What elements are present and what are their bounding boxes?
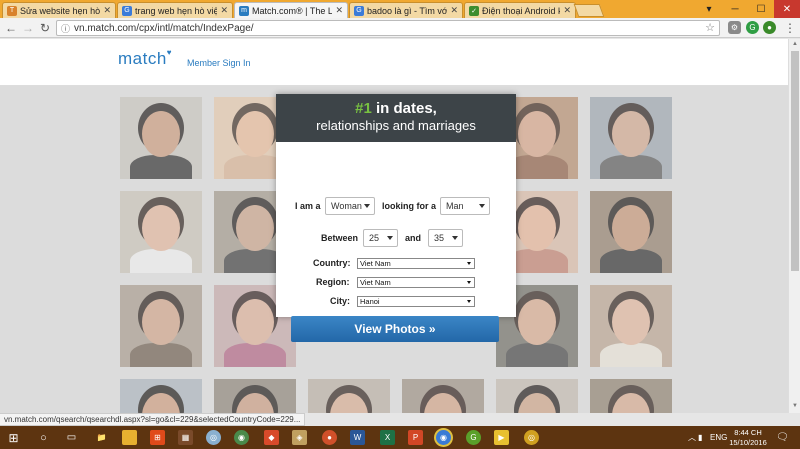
- city-select[interactable]: Hanoi: [357, 296, 475, 307]
- chevron-down-icon: [467, 281, 471, 284]
- reload-icon[interactable]: ↻: [37, 20, 53, 36]
- country-select[interactable]: Viet Nam: [357, 258, 475, 269]
- region-label: Region:: [316, 277, 350, 287]
- search-icon[interactable]: ○: [36, 430, 51, 445]
- file-explorer-icon[interactable]: 📁: [94, 430, 109, 445]
- scroll-down-icon[interactable]: ▼: [792, 403, 798, 409]
- close-window-icon[interactable]: ✕: [774, 0, 800, 18]
- member-sign-in-link[interactable]: Member Sign In: [187, 58, 251, 68]
- extension-icon[interactable]: ⚙: [728, 21, 741, 34]
- powerpoint-icon[interactable]: P: [408, 430, 423, 445]
- tab-favicon-icon: G: [354, 5, 364, 16]
- app-icon[interactable]: ●: [322, 430, 337, 445]
- tab-close-icon[interactable]: ✕: [220, 5, 228, 16]
- minimize-icon[interactable]: ─: [722, 0, 748, 18]
- tab-title: Sửa website hẹn hò nổi tiếng: [20, 5, 101, 16]
- chevron-down-icon: [387, 236, 393, 240]
- excel-icon[interactable]: X: [380, 430, 395, 445]
- app-icon[interactable]: G: [466, 430, 481, 445]
- network-icon[interactable]: ▮: [698, 426, 702, 449]
- page-scrollbar[interactable]: ▲ ▼: [788, 39, 800, 413]
- country-label: Country:: [313, 258, 351, 268]
- scroll-up-icon[interactable]: ▲: [792, 41, 798, 47]
- app-icon[interactable]: ◎: [524, 430, 539, 445]
- tray-chevron-icon[interactable]: ︿: [688, 426, 696, 449]
- seeking-gender-select[interactable]: Man: [440, 197, 490, 215]
- and-label: and: [405, 233, 422, 243]
- browser-tab-1[interactable]: T Sửa website hẹn hò nổi tiếng ✕: [2, 2, 116, 18]
- store-icon[interactable]: ⊞: [150, 430, 165, 445]
- status-bar-url: vn.match.com/qsearch/qsearchdl.aspx?sl=g…: [0, 413, 306, 426]
- chevron-down-icon: [452, 236, 458, 240]
- browser-tab-strip: T Sửa website hẹn hò nổi tiếng ✕ G trang…: [0, 0, 800, 18]
- tab-title: trang web hẹn hò việt nam: [135, 5, 217, 16]
- view-photos-button[interactable]: View Photos »: [291, 316, 499, 342]
- tab-close-icon[interactable]: ✕: [563, 5, 571, 16]
- tab-title: badoo là gì - Tìm với Google: [367, 5, 448, 16]
- page-info-icon[interactable]: ⓘ: [61, 22, 70, 35]
- modal-headline: #1 in dates,: [355, 100, 437, 117]
- heart-icon: ♥: [166, 48, 173, 57]
- profile-icon[interactable]: ▾: [696, 0, 722, 18]
- address-bar[interactable]: ⓘ vn.match.com/cpx/intl/match/IndexPage/…: [56, 20, 720, 36]
- system-clock[interactable]: 8:44 CH 15/10/2016: [728, 428, 768, 448]
- region-select[interactable]: Viet Nam: [357, 277, 475, 288]
- tab-favicon-icon: G: [122, 5, 132, 16]
- app-icon[interactable]: ◆: [264, 430, 279, 445]
- chevron-down-icon: [467, 262, 471, 265]
- app-icon[interactable]: ◎: [206, 430, 221, 445]
- back-icon[interactable]: ←: [3, 20, 19, 36]
- new-tab-button[interactable]: [573, 4, 605, 17]
- tab-close-icon[interactable]: ✕: [450, 5, 458, 16]
- windows-taskbar: ⊞ ○ ▭ 📁 ⊞ ▦ ◎ ◉ ◆ ◈ ● W X P ◉ G ▶ ◎ ︿ ▮ …: [0, 426, 800, 449]
- chevron-down-icon: [479, 204, 485, 208]
- bookmark-star-icon[interactable]: ☆: [705, 21, 715, 34]
- scrollbar-thumb[interactable]: [791, 51, 799, 271]
- toolbox-icon[interactable]: ▦: [178, 430, 193, 445]
- tab-favicon-icon: m: [239, 5, 249, 16]
- browser-toolbar: ← → ↻ ⓘ vn.match.com/cpx/intl/match/Inde…: [0, 18, 800, 38]
- gender-select[interactable]: Woman: [325, 197, 375, 215]
- app-icon[interactable]: ◈: [292, 430, 307, 445]
- tab-favicon-icon: T: [7, 5, 17, 16]
- age-from-select[interactable]: 25: [363, 229, 398, 247]
- tab-title: Match.com® | The Leading: [252, 5, 333, 16]
- windows-start-icon[interactable]: ⊞: [6, 430, 21, 445]
- extension-icon[interactable]: ●: [763, 21, 776, 34]
- word-icon[interactable]: W: [350, 430, 365, 445]
- chevron-down-icon: [364, 204, 370, 208]
- city-label: City:: [330, 296, 350, 306]
- extension-icon[interactable]: G: [746, 21, 759, 34]
- chrome-icon[interactable]: ◉: [436, 430, 451, 445]
- modal-header: #1 in dates, relationships and marriages: [276, 94, 516, 142]
- i-am-label: I am a: [295, 201, 321, 211]
- media-icon[interactable]: ▶: [494, 430, 509, 445]
- address-url: vn.match.com/cpx/intl/match/IndexPage/: [74, 22, 254, 34]
- tab-title: Điện thoại Android không: [482, 5, 560, 16]
- age-to-select[interactable]: 35: [428, 229, 463, 247]
- modal-subheadline: relationships and marriages: [316, 118, 476, 133]
- tab-close-icon[interactable]: ✕: [103, 5, 111, 16]
- looking-for-label: looking for a: [382, 201, 436, 211]
- browser-tab-3-active[interactable]: m Match.com® | The Leading ✕: [234, 2, 348, 18]
- match-logo[interactable]: match♥: [118, 48, 173, 69]
- between-label: Between: [321, 233, 359, 243]
- task-view-icon[interactable]: ▭: [64, 430, 79, 445]
- maximize-icon[interactable]: ☐: [748, 0, 774, 18]
- menu-icon[interactable]: ⋮: [782, 20, 798, 36]
- browser-tab-4[interactable]: G badoo là gì - Tìm với Google ✕: [349, 2, 463, 18]
- notifications-icon[interactable]: 🗨: [776, 426, 789, 449]
- site-header: match♥ Member Sign In: [0, 39, 788, 86]
- tab-close-icon[interactable]: ✕: [335, 5, 343, 16]
- browser-tab-2[interactable]: G trang web hẹn hò việt nam ✕: [117, 2, 233, 18]
- language-indicator[interactable]: ENG: [710, 426, 727, 449]
- chevron-down-icon: [467, 300, 471, 303]
- folder-icon[interactable]: [122, 430, 137, 445]
- forward-icon[interactable]: →: [20, 20, 36, 36]
- browser-tab-5[interactable]: ✓ Điện thoại Android không ✕: [464, 2, 576, 18]
- app-icon[interactable]: ◉: [234, 430, 249, 445]
- tab-favicon-icon: ✓: [469, 5, 479, 16]
